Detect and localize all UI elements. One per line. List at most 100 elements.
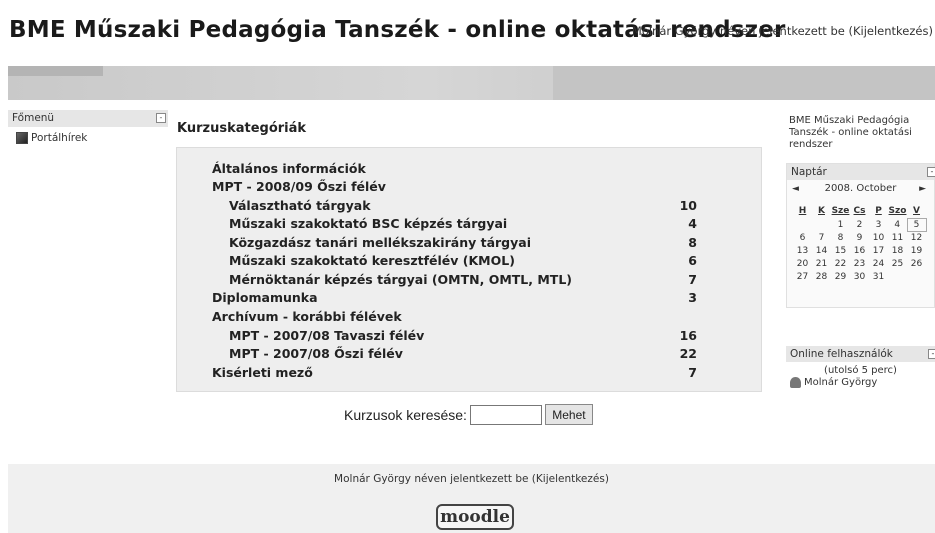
calendar-day: 8 xyxy=(837,232,844,243)
category-row[interactable]: Közgazdász tanári mellékszakirány tárgya… xyxy=(177,235,763,252)
category-row[interactable]: MPT - 2008/09 Őszi félév xyxy=(177,179,763,196)
category-link[interactable]: MPT - 2008/09 Őszi félév xyxy=(212,179,386,194)
calendar-day: 22 xyxy=(834,258,847,269)
category-link[interactable]: Kisérleti mező xyxy=(212,365,313,380)
prev-month-icon[interactable]: ◄ xyxy=(792,180,799,198)
calendar-day: 15 xyxy=(834,245,847,256)
calendar-day: 17 xyxy=(872,245,885,256)
category-row[interactable]: Kisérleti mező 7 xyxy=(177,365,763,382)
category-count: 6 xyxy=(688,253,697,268)
calendar-day: 4 xyxy=(894,219,901,230)
calendar-day: 16 xyxy=(853,245,866,256)
calendar-day: 7 xyxy=(818,232,825,243)
moodle-logo[interactable]: moodle xyxy=(436,504,514,530)
logout-link[interactable]: Kijelentkezés xyxy=(536,473,605,485)
weekday-label: Szo xyxy=(888,206,907,216)
collapse-toggle-icon[interactable]: - xyxy=(928,349,935,359)
category-link[interactable]: Általános információk xyxy=(212,161,366,176)
calendar-day: 1 xyxy=(837,219,844,230)
category-link[interactable]: MPT - 2007/08 Őszi félév xyxy=(229,346,403,361)
calendar-day: 3 xyxy=(875,219,882,230)
category-link[interactable]: MPT - 2007/08 Tavaszi félév xyxy=(229,328,424,343)
search-label: Kurzusok keresése: xyxy=(344,406,467,423)
category-list: Általános információk MPT - 2008/09 Őszi… xyxy=(176,147,762,392)
category-row[interactable]: Műszaki szakoktató BSC képzés tárgyai 4 xyxy=(177,216,763,233)
main-menu-title: Főmenü xyxy=(12,112,55,124)
main-menu-block: Főmenü - Portálhírek xyxy=(8,110,168,158)
login-suffix: ) xyxy=(928,24,934,38)
calendar-day: 21 xyxy=(815,258,828,269)
calendar-day: 6 xyxy=(799,232,806,243)
calendar-day-today: 5 xyxy=(906,217,927,232)
calendar-day: 26 xyxy=(910,258,923,269)
category-link[interactable]: Archívum - korábbi félévek xyxy=(212,309,402,324)
menu-item-portal-news[interactable]: Portálhírek xyxy=(8,132,168,144)
user-avatar-icon xyxy=(790,377,801,388)
weekday-label: V xyxy=(913,205,920,216)
online-user[interactable]: Molnár György xyxy=(786,377,935,388)
category-count: 4 xyxy=(688,216,697,231)
search-button[interactable]: Mehet xyxy=(544,404,593,425)
weekday-label: Sze xyxy=(831,206,850,216)
calendar-day: 19 xyxy=(910,245,923,256)
category-link[interactable]: Mérnöktanár képzés tárgyai (OMTN, OMTL, … xyxy=(229,272,572,287)
calendar-day: 2 xyxy=(856,219,863,230)
calendar-day: 13 xyxy=(796,245,809,256)
calendar-day: 10 xyxy=(872,232,885,243)
category-count: 10 xyxy=(679,198,697,213)
category-link[interactable]: Közgazdász tanári mellékszakirány tárgya… xyxy=(229,235,531,250)
calendar-day xyxy=(812,218,831,231)
main-menu-header: Főmenü - xyxy=(8,110,168,127)
calendar-header: Naptár - xyxy=(787,164,935,180)
category-link[interactable]: Műszaki szakoktató keresztfélév (KMOL) xyxy=(229,253,515,268)
site-name-block: BME Műszaki Pedagógia Tanszék - online o… xyxy=(789,115,912,150)
category-row[interactable]: Választható tárgyak 10 xyxy=(177,198,763,215)
calendar-day: 18 xyxy=(891,245,904,256)
online-user-name[interactable]: Molnár György xyxy=(804,377,877,388)
page-title: Kurzuskategóriák xyxy=(177,121,307,136)
calendar-day: 11 xyxy=(891,232,904,243)
category-row[interactable]: MPT - 2007/08 Őszi félév 22 xyxy=(177,346,763,363)
calendar-day xyxy=(888,270,907,283)
category-link[interactable]: Választható tárgyak xyxy=(229,198,371,213)
weekday-label: P xyxy=(875,206,882,216)
category-link[interactable]: Műszaki szakoktató BSC képzés tárgyai xyxy=(229,216,507,231)
category-row[interactable]: Műszaki szakoktató keresztfélév (KMOL) 6 xyxy=(177,253,763,270)
search-input[interactable] xyxy=(469,404,542,425)
logout-link[interactable]: Kijelentkezés xyxy=(853,24,929,38)
category-row[interactable]: Mérnöktanár képzés tárgyai (OMTN, OMTL, … xyxy=(177,272,763,289)
category-link[interactable]: Diplomamunka xyxy=(212,290,318,305)
login-text: Molnár György néven jelentkezett be ( xyxy=(631,24,853,38)
login-info: Molnár György néven jelentkezett be (Kij… xyxy=(632,24,933,38)
calendar-day: 20 xyxy=(796,258,809,269)
calendar-day: 23 xyxy=(853,258,866,269)
calendar-day: 24 xyxy=(872,258,885,269)
category-row[interactable]: Archívum - korábbi félévek xyxy=(177,309,763,326)
online-users-subtitle: (utolsó 5 perc) xyxy=(824,365,897,376)
calendar-day xyxy=(793,218,812,231)
calendar-day xyxy=(907,270,926,283)
weekday-label: K xyxy=(818,206,825,216)
category-count: 7 xyxy=(688,272,697,287)
category-row[interactable]: MPT - 2007/08 Tavaszi félév 16 xyxy=(177,328,763,345)
collapse-toggle-icon[interactable]: - xyxy=(927,167,935,177)
navigation-bar xyxy=(8,66,935,100)
calendar-day: 29 xyxy=(834,271,847,282)
category-row[interactable]: Diplomamunka 3 xyxy=(177,290,763,307)
category-row[interactable]: Általános információk xyxy=(177,161,763,178)
category-count: 8 xyxy=(688,235,697,250)
calendar-day: 12 xyxy=(910,232,923,243)
footer-login-info: Molnár György néven jelentkezett be (Kij… xyxy=(8,473,935,485)
next-month-icon[interactable]: ► xyxy=(919,180,926,198)
calendar-day: 30 xyxy=(853,271,866,282)
online-users-header: Online felhasználók - xyxy=(786,346,935,362)
course-search: Kurzusok keresése: Mehet xyxy=(344,404,593,425)
calendar-day: 14 xyxy=(815,245,828,256)
calendar-day: 27 xyxy=(796,271,809,282)
news-icon xyxy=(16,132,28,144)
calendar-month-nav: ◄ 2008. October ► xyxy=(787,180,934,198)
calendar-day: 31 xyxy=(872,271,885,282)
category-count: 7 xyxy=(688,365,697,380)
collapse-toggle-icon[interactable]: - xyxy=(156,113,166,123)
calendar-month: 2008. October xyxy=(824,183,897,194)
